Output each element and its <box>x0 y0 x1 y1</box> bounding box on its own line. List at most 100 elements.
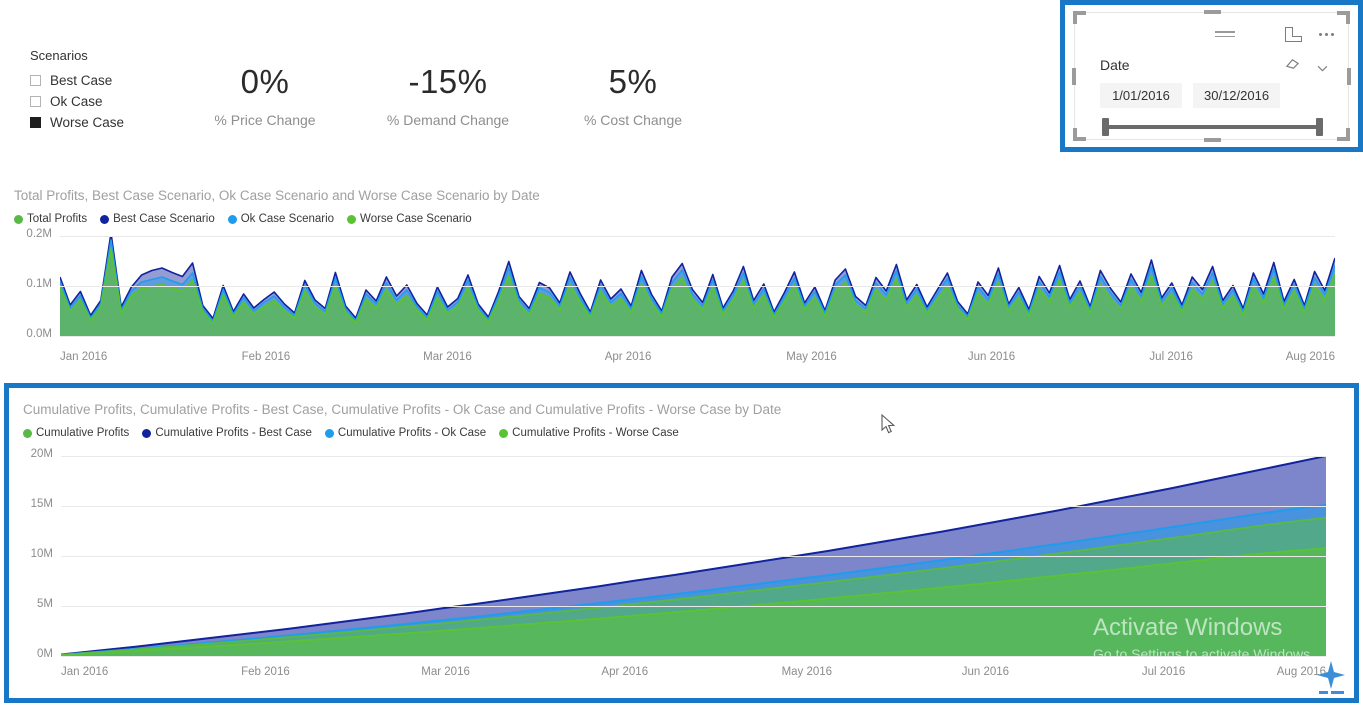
date-slicer-field-label: Date <box>1100 57 1130 73</box>
focus-mode-icon[interactable] <box>1285 27 1302 42</box>
gridline <box>60 336 1335 337</box>
scenario-slicer[interactable]: Scenarios Best Case Ok Case Worse Case <box>30 48 200 133</box>
checkbox-ok-case[interactable] <box>30 95 41 107</box>
kpi-value-cost-change: 5% <box>608 63 658 100</box>
date-slicer-body[interactable]: Date 1/01/2016 30/12/2016 <box>1072 10 1351 142</box>
brand-logo-icon <box>1301 655 1359 701</box>
legend-label-cumulative-worse-case: Cumulative Profits - Worse Case <box>512 427 679 439</box>
range-slider-handle-right[interactable] <box>1316 118 1323 136</box>
legend-label-worse-case: Worse Case Scenario <box>360 213 472 225</box>
scenario-item-best-case[interactable]: Best Case <box>30 70 200 90</box>
date-range-inputs[interactable]: 1/01/2016 30/12/2016 <box>1100 83 1281 108</box>
range-slider-handle-left[interactable] <box>1102 118 1109 136</box>
legend-label-cumulative-profits: Cumulative Profits <box>36 427 130 439</box>
mouse-cursor <box>881 413 896 435</box>
y-axis-tick-label: 5M <box>37 598 53 610</box>
legend-item-cumulative-best-case[interactable]: Cumulative Profits - Best Case <box>142 427 312 439</box>
x-axis-tick-label: May 2016 <box>781 666 833 678</box>
powerbi-report-canvas: Scenarios Best Case Ok Case Worse Case 0… <box>0 0 1363 707</box>
gridline <box>60 286 1335 287</box>
cumulative-profits-legend[interactable]: Cumulative Profits Cumulative Profits - … <box>23 427 1344 439</box>
legend-dot-cumulative-worse-case <box>499 428 509 438</box>
resize-handle-left-bottom[interactable] <box>1073 128 1077 141</box>
daily-profits-chart-title: Total Profits, Best Case Scenario, Ok Ca… <box>14 188 540 203</box>
cumulative-profits-chart-selected[interactable]: Cumulative Profits, Cumulative Profits -… <box>4 383 1359 703</box>
gridline <box>61 606 1326 607</box>
kpi-label-price-change: % Price Change <box>214 112 316 128</box>
resize-handle-middle-right[interactable] <box>1347 68 1351 85</box>
legend-label-cumulative-ok-case: Cumulative Profits - Ok Case <box>337 427 487 439</box>
date-end-input[interactable]: 30/12/2016 <box>1193 83 1281 108</box>
legend-label-cumulative-best-case: Cumulative Profits - Best Case <box>155 427 312 439</box>
daily-profits-chart[interactable]: Total Profits, Best Case Scenario, Ok Ca… <box>14 188 1349 378</box>
x-axis-tick-label: Mar 2016 <box>423 351 472 363</box>
date-start-input[interactable]: 1/01/2016 <box>1100 83 1182 108</box>
legend-label-total-profits: Total Profits <box>27 213 88 225</box>
scenario-label-worse-case: Worse Case <box>50 114 125 130</box>
x-axis-tick-label: Jun 2016 <box>967 351 1016 363</box>
y-axis-tick-label: 0M <box>37 648 53 660</box>
resize-handle-right-bottom[interactable] <box>1346 128 1350 141</box>
legend-item-cumulative-worse-case[interactable]: Cumulative Profits - Worse Case <box>499 427 679 439</box>
date-slicer-visual[interactable]: Date 1/01/2016 30/12/2016 <box>1060 0 1363 152</box>
x-axis-tick-label: Jan 2016 <box>60 351 108 363</box>
kpi-card-cost-change[interactable]: 5% % Cost Change <box>548 65 718 128</box>
gridline <box>61 656 1326 657</box>
cumulative-profits-chart[interactable]: Cumulative Profits, Cumulative Profits -… <box>9 388 1354 698</box>
hamburger-menu-icon[interactable] <box>1215 31 1235 40</box>
x-axis-tick-label: Jul 2016 <box>1141 666 1186 678</box>
legend-label-best-case: Best Case Scenario <box>113 213 215 225</box>
x-axis-tick-label: Apr 2016 <box>601 666 649 678</box>
legend-dot-total-profits <box>14 214 23 224</box>
date-range-slider[interactable] <box>1102 118 1323 136</box>
legend-item-cumulative-profits[interactable]: Cumulative Profits <box>23 427 129 439</box>
y-axis-tick-label: 20M <box>30 448 53 460</box>
legend-item-total-profits[interactable]: Total Profits <box>14 213 87 225</box>
kpi-label-demand-change: % Demand Change <box>386 112 510 128</box>
cumulative-profits-chart-title: Cumulative Profits, Cumulative Profits -… <box>23 402 782 417</box>
kpi-card-demand-change[interactable]: -15% % Demand Change <box>363 65 533 128</box>
scenario-slicer-title: Scenarios <box>30 48 88 63</box>
y-axis-tick-label: 0.1M <box>26 278 52 290</box>
x-axis-tick-label: Feb 2016 <box>241 351 291 363</box>
x-axis-tick-label: Jan 2016 <box>61 666 109 678</box>
scenario-label-ok-case: Ok Case <box>50 93 103 109</box>
legend-dot-worse-case <box>347 214 357 224</box>
scenario-item-ok-case[interactable]: Ok Case <box>30 91 200 111</box>
legend-item-cumulative-ok-case[interactable]: Cumulative Profits - Ok Case <box>324 427 487 439</box>
daily-profits-legend[interactable]: Total Profits Best Case Scenario Ok Case… <box>14 213 1349 225</box>
gridline <box>61 556 1326 557</box>
kpi-card-price-change[interactable]: 0% % Price Change <box>180 65 350 128</box>
gridline <box>61 456 1326 457</box>
checkbox-worse-case[interactable] <box>30 116 41 128</box>
cumulative-profits-x-axis: Jan 2016 Feb 2016 Mar 2016 Apr 2016 May 2016… <box>61 666 1326 682</box>
slicer-header-bar <box>1075 13 1348 43</box>
scenario-label-best-case: Best Case <box>50 72 113 88</box>
resize-handle-middle-left[interactable] <box>1072 68 1076 85</box>
legend-item-best-case[interactable]: Best Case Scenario <box>100 213 215 225</box>
legend-dot-ok-case <box>227 214 237 224</box>
x-axis-tick-label: May 2016 <box>786 351 837 363</box>
x-axis-tick-label: Mar 2016 <box>421 666 470 678</box>
checkbox-best-case[interactable] <box>30 74 41 86</box>
legend-label-ok-case: Ok Case Scenario <box>240 213 335 225</box>
y-axis-tick-label: 15M <box>30 498 53 510</box>
legend-item-ok-case[interactable]: Ok Case Scenario <box>227 213 335 225</box>
legend-item-worse-case[interactable]: Worse Case Scenario <box>347 213 472 225</box>
kpi-value-demand-change: -15% <box>408 63 488 100</box>
x-axis-tick-label: Jun 2016 <box>961 666 1010 678</box>
x-axis-tick-label: Feb 2016 <box>241 666 290 678</box>
resize-handle-bottom-center[interactable] <box>1203 138 1221 142</box>
legend-dot-cumulative-best-case <box>142 428 152 438</box>
legend-dot-best-case <box>100 214 110 224</box>
eraser-icon[interactable] <box>1285 57 1300 70</box>
chevron-down-icon[interactable] <box>1317 59 1328 72</box>
y-axis-tick-label: 10M <box>30 548 53 560</box>
kpi-value-price-change: 0% <box>240 63 290 100</box>
scenario-item-worse-case[interactable]: Worse Case <box>30 112 200 132</box>
kpi-label-cost-change: % Cost Change <box>583 112 683 128</box>
x-axis-tick-label: Apr 2016 <box>604 351 652 363</box>
more-options-icon[interactable] <box>1319 33 1334 36</box>
y-axis-tick-label: 0.2M <box>26 228 52 240</box>
gridline <box>60 236 1335 237</box>
